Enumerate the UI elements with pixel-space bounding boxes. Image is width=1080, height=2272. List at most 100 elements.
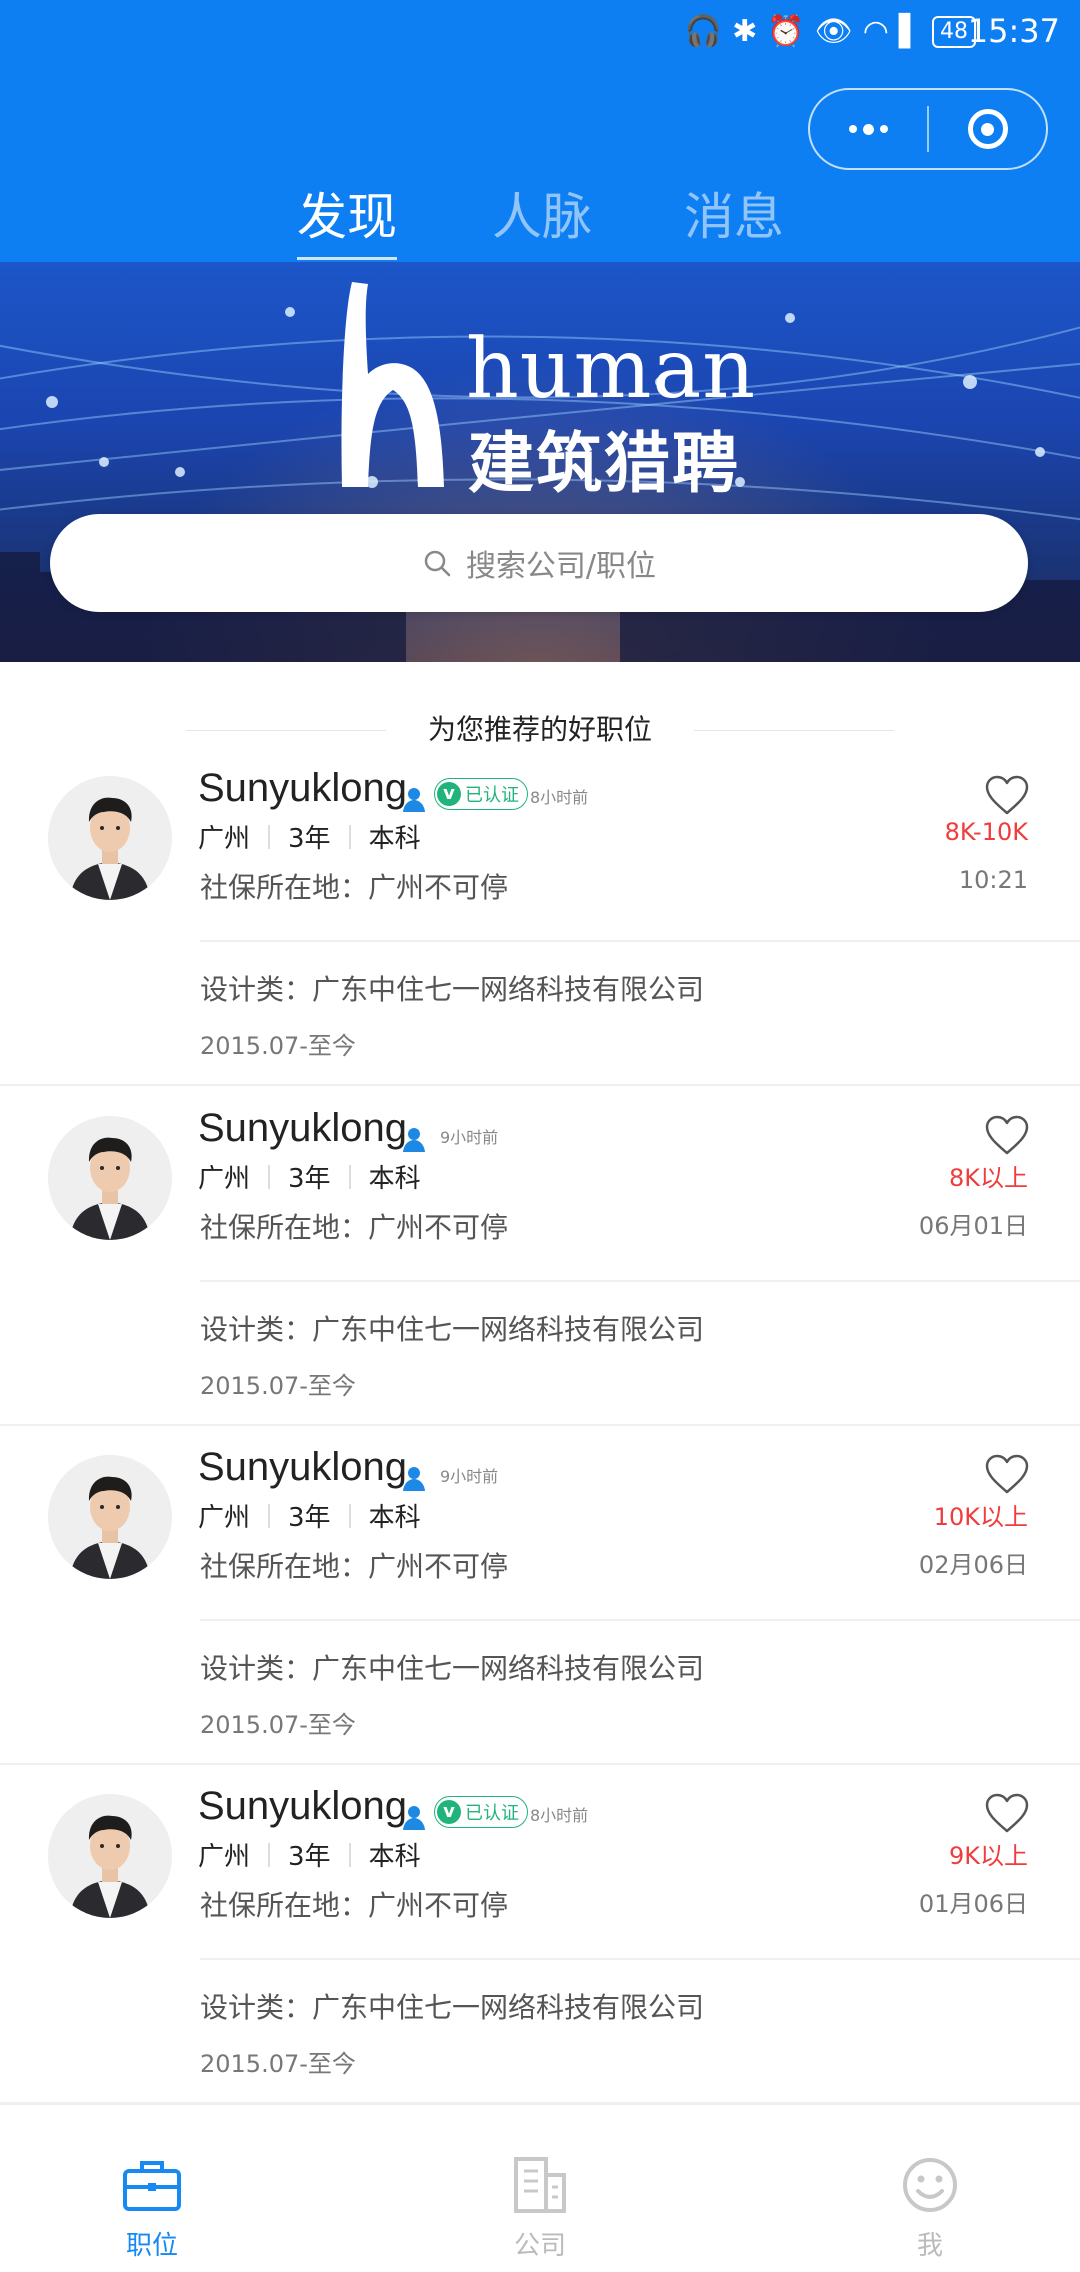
more-dot-icon <box>880 125 888 133</box>
degree: 本科 <box>368 1503 421 1533</box>
verified-v-icon: v <box>437 782 461 806</box>
logo-mark-icon <box>341 282 444 487</box>
social-security-location: 社保所在地：广州不可停 <box>200 1550 509 1583</box>
post-date: 10:21 <box>958 866 1028 894</box>
verified-badge: v 已认证 <box>434 1796 528 1828</box>
card-inner-divider <box>200 940 1080 942</box>
favorite-heart-icon[interactable] <box>984 1792 1030 1838</box>
favorite-heart-icon[interactable] <box>984 1114 1030 1160</box>
time-ago: 8小时前 <box>530 1806 589 1825</box>
card-inner-divider <box>200 1958 1080 1960</box>
employment-period: 2015.07-至今 <box>200 1372 356 1400</box>
employment-period: 2015.07-至今 <box>200 1032 356 1060</box>
degree: 本科 <box>368 824 421 854</box>
avatar[interactable] <box>48 776 172 900</box>
close-miniprogram-button[interactable] <box>929 90 1046 168</box>
experience-years: 3年 <box>288 1503 331 1533</box>
tab-connections[interactable]: 人脉 <box>492 182 592 252</box>
meta-divider <box>268 1842 271 1867</box>
status-bar: 🎧 ✱ ⏰ 👁 ◠ ▌ 48 15:37 <box>0 0 1080 64</box>
candidate-card[interactable]: Sunyuklong 9小时前 广州 3年 本科 8K以上 社保所在地：广州不可… <box>0 1086 1080 1426</box>
meta-divider <box>268 824 271 849</box>
avatar[interactable] <box>48 1794 172 1918</box>
post-date: 02月06日 <box>918 1551 1028 1579</box>
wifi-icon: ◠ <box>862 14 889 49</box>
user-badge-icon <box>402 1804 426 1834</box>
post-date: 06月01日 <box>918 1212 1028 1240</box>
experience-years: 3年 <box>288 824 331 854</box>
verified-label: 已认证 <box>465 785 519 806</box>
nav-company[interactable]: 公司 <box>440 2105 640 2272</box>
nav-me[interactable]: 我 <box>830 2105 1030 2272</box>
social-security-location: 社保所在地：广州不可停 <box>200 871 509 904</box>
city: 广州 <box>198 1503 251 1533</box>
candidate-name: Sunyuklong <box>198 1106 408 1150</box>
briefcase-icon <box>120 2153 184 2217</box>
verified-badge: v 已认证 <box>434 778 528 810</box>
headset-icon: 🎧 <box>684 14 723 49</box>
target-icon <box>967 109 1008 149</box>
candidate-card[interactable]: Sunyuklong v 已认证 8小时前 广州 3年 本科 9K以上 社保所在… <box>0 1764 1080 2104</box>
nav-jobs[interactable]: 职位 <box>52 2105 252 2272</box>
card-inner-divider <box>200 1619 1080 1621</box>
verified-v-icon: v <box>437 1800 461 1824</box>
tab-messages[interactable]: 消息 <box>684 182 784 252</box>
candidate-meta: 广州 3年 本科 <box>198 818 421 855</box>
city: 广州 <box>198 1164 251 1194</box>
avatar[interactable] <box>48 1116 172 1240</box>
app-header: 🎧 ✱ ⏰ 👁 ◠ ▌ 48 15:37 发现 人脉 消息 <box>0 0 1080 262</box>
candidate-meta: 广州 3年 本科 <box>198 1836 421 1873</box>
section-title: 为您推荐的好职位 <box>427 713 652 746</box>
building-icon <box>508 2153 572 2217</box>
brand-name-cn: 建筑猎聘 <box>468 425 740 502</box>
top-tabs: 发现 人脉 消息 <box>0 182 1080 262</box>
experience-years: 3年 <box>288 1164 331 1194</box>
tab-discover[interactable]: 发现 <box>297 182 397 260</box>
meta-divider <box>348 1842 351 1867</box>
verified-label: 已认证 <box>465 1803 519 1824</box>
search-placeholder: 搜索公司/职位 <box>465 549 657 584</box>
employment-period: 2015.07-至今 <box>200 2050 356 2078</box>
salary: 10K以上 <box>933 1503 1028 1531</box>
experience-years: 3年 <box>288 1842 331 1872</box>
bluetooth-icon: ✱ <box>732 14 758 49</box>
user-badge-icon <box>402 1465 426 1495</box>
candidate-meta: 广州 3年 本科 <box>198 1497 421 1534</box>
salary: 8K-10K <box>944 818 1028 846</box>
candidate-card[interactable]: Sunyuklong v 已认证 8小时前 广州 3年 本科 8K-10K 社保… <box>0 746 1080 1086</box>
company-info: 设计类：广东中住七一网络科技有限公司 <box>200 973 705 1006</box>
search-bar[interactable]: 搜索公司/职位 <box>50 514 1028 612</box>
card-inner-divider <box>200 1280 1080 1282</box>
more-dot-icon <box>863 123 874 135</box>
nav-company-label: 公司 <box>513 2231 566 2261</box>
city: 广州 <box>198 1842 251 1872</box>
search-icon <box>424 550 451 577</box>
alarm-icon: ⏰ <box>767 14 805 49</box>
company-info: 设计类：广东中住七一网络科技有限公司 <box>200 1991 705 2024</box>
eye-icon: 👁 <box>814 14 853 49</box>
favorite-heart-icon[interactable] <box>984 774 1030 820</box>
employment-period: 2015.07-至今 <box>200 1711 356 1739</box>
city: 广州 <box>198 824 251 854</box>
meta-divider <box>348 1503 351 1528</box>
social-security-location: 社保所在地：广州不可停 <box>200 1889 509 1922</box>
candidate-name: Sunyuklong <box>198 1784 408 1828</box>
company-info: 设计类：广东中住七一网络科技有限公司 <box>200 1313 705 1346</box>
degree: 本科 <box>368 1842 421 1872</box>
status-time: 15:37 <box>967 12 1060 50</box>
meta-divider <box>348 824 351 849</box>
favorite-heart-icon[interactable] <box>984 1453 1030 1499</box>
time-ago: 8小时前 <box>530 788 589 807</box>
more-button[interactable] <box>810 90 927 168</box>
salary: 8K以上 <box>948 1164 1028 1192</box>
candidate-card[interactable]: Sunyuklong 9小时前 广州 3年 本科 10K以上 社保所在地：广州不… <box>0 1425 1080 1765</box>
user-badge-icon <box>402 1126 426 1156</box>
candidate-name: Sunyuklong <box>198 1445 408 1489</box>
bottom-nav: 职位 公司 我 <box>0 2104 1080 2272</box>
avatar[interactable] <box>48 1455 172 1579</box>
time-ago: 9小时前 <box>440 1128 499 1147</box>
salary: 9K以上 <box>948 1842 1028 1870</box>
status-icons: 🎧 ✱ ⏰ 👁 ◠ ▌ 48 <box>685 14 976 49</box>
candidate-meta: 广州 3年 本科 <box>198 1158 421 1195</box>
nav-jobs-label: 职位 <box>125 2231 178 2261</box>
